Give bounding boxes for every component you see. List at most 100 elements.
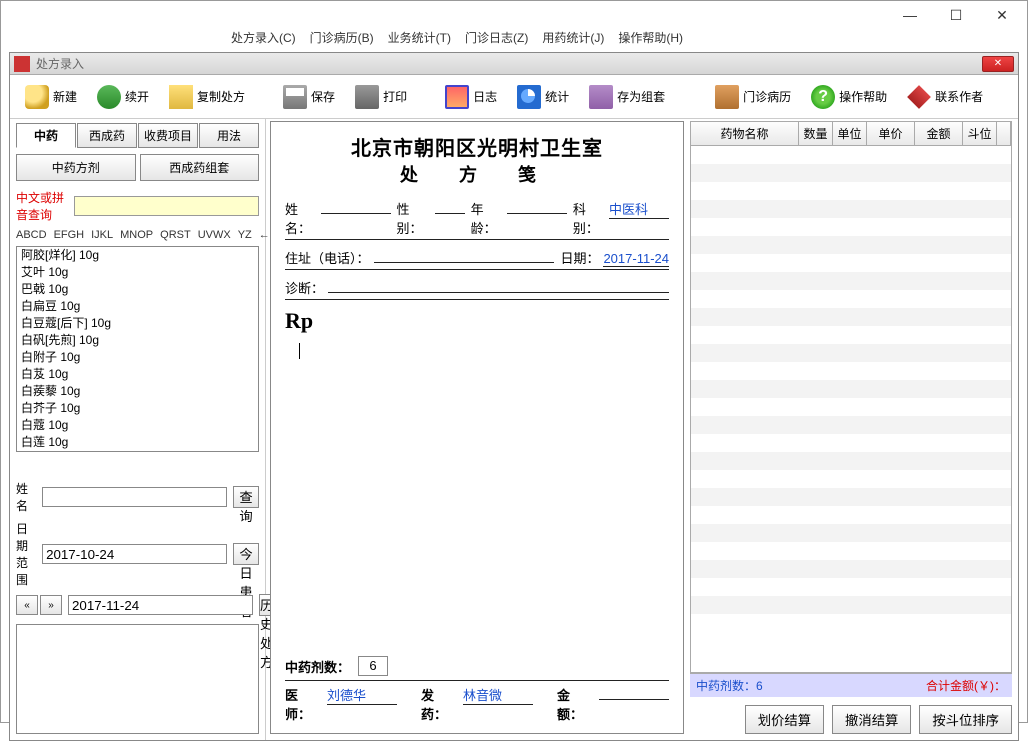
alpha-efgh[interactable]: EFGH — [54, 229, 85, 241]
minimize-button[interactable]: — — [887, 1, 933, 29]
alpha-yz[interactable]: YZ — [238, 229, 252, 241]
copy-rx-button[interactable]: 复制处方 — [162, 82, 252, 112]
summary-amount: 合计金额(￥)： — [926, 677, 1006, 694]
alpha-back[interactable]: ← — [259, 229, 270, 241]
rx-age-value[interactable] — [507, 213, 567, 214]
rx-date-value[interactable]: 2017-11-24 — [603, 251, 669, 267]
cancel-pricing-button[interactable]: 撤消结算 — [832, 705, 911, 734]
sort-by-position-button[interactable]: 按斗位排序 — [919, 705, 1012, 734]
list-item[interactable]: 白蔻 10g — [17, 417, 258, 434]
list-item[interactable]: 白豆蔻[后下] 10g — [17, 315, 258, 332]
tab-usage[interactable]: 用法 — [199, 123, 259, 148]
rx-age-label: 年龄： — [471, 199, 503, 237]
rx-doctor-value[interactable]: 刘德华 — [327, 685, 397, 705]
save-icon — [283, 85, 307, 109]
alpha-qrst[interactable]: QRST — [160, 229, 191, 241]
rx-name-label: 姓名： — [285, 199, 317, 237]
stats-icon — [517, 85, 541, 109]
tab-fee-item[interactable]: 收费项目 — [138, 123, 198, 148]
rx-body-editor[interactable] — [285, 336, 669, 652]
today-patients-button[interactable]: 今日患者 — [233, 543, 259, 565]
alpha-ijkl[interactable]: IJKL — [91, 229, 113, 241]
grid-body[interactable] — [690, 146, 1012, 673]
menu-rx-entry[interactable]: 处方录入(C) — [231, 29, 296, 46]
search-input[interactable] — [74, 196, 259, 216]
menu-business-stats[interactable]: 业务统计(T) — [388, 29, 451, 46]
clinic-title: 北京市朝阳区光明村卫生室 — [285, 132, 669, 161]
rx-subtitle: 处 方 笺 — [285, 161, 669, 187]
list-item[interactable]: 白附子 10g — [17, 349, 258, 366]
rx-diag-value[interactable] — [328, 292, 669, 293]
help-button[interactable]: 操作帮助 — [804, 82, 894, 112]
rx-name-value[interactable] — [321, 213, 391, 214]
date-prev-button[interactable]: « — [16, 595, 38, 615]
rx-addr-value[interactable] — [374, 262, 555, 263]
drug-list[interactable]: 阿胶[烊化] 10g 艾叶 10g 巴戟 10g 白扁豆 10g 白豆蔻[后下]… — [16, 246, 259, 452]
col-position[interactable]: 斗位 — [963, 122, 997, 145]
list-item[interactable]: 艾叶 10g — [17, 264, 258, 281]
help-icon — [811, 85, 835, 109]
log-button[interactable]: 日志 — [438, 82, 504, 112]
list-item[interactable]: 阿胶[烊化] 10g — [17, 247, 258, 264]
history-list[interactable] — [16, 624, 259, 734]
pricing-button[interactable]: 划价结算 — [745, 705, 824, 734]
tab-western[interactable]: 西成药 — [77, 123, 137, 148]
rx-amount-value[interactable] — [599, 699, 669, 700]
outpatient-history-button[interactable]: 门诊病历 — [708, 82, 798, 112]
menu-drug-stats[interactable]: 用药统计(J) — [542, 29, 604, 46]
list-item[interactable]: 白茅根 10g — [17, 451, 258, 452]
date-to-input[interactable] — [68, 595, 253, 615]
patient-name-input[interactable] — [42, 487, 227, 507]
rx-dose-input[interactable]: 6 — [358, 656, 388, 676]
rx-dept-value[interactable]: 中医科 — [609, 199, 669, 219]
western-set-button[interactable]: 西成药组套 — [140, 154, 260, 181]
col-drug-name[interactable]: 药物名称 — [691, 122, 799, 145]
menu-help[interactable]: 操作帮助(H) — [618, 29, 683, 46]
stats-button[interactable]: 统计 — [510, 82, 576, 112]
sub-window-close-button[interactable]: ✕ — [982, 56, 1014, 72]
left-panel: 中药 西成药 收费项目 用法 中药方剂 西成药组套 中文或拼音查询 ABCD E… — [10, 119, 266, 740]
alpha-uvwx[interactable]: UVWX — [198, 229, 231, 241]
right-panel: 药物名称 数量 单位 单价 金额 斗位 中药剂数：6 — [688, 119, 1018, 740]
save-button[interactable]: 保存 — [276, 82, 342, 112]
rx-sex-value[interactable] — [435, 213, 465, 214]
grid-header: 药物名称 数量 单位 单价 金额 斗位 — [690, 121, 1012, 146]
date-next-button[interactable]: » — [40, 595, 62, 615]
rx-dispense-value[interactable]: 林音微 — [463, 685, 533, 705]
menu-outpatient-record[interactable]: 门诊病历(B) — [310, 29, 374, 46]
alpha-mnop[interactable]: MNOP — [120, 229, 153, 241]
menu-outpatient-log[interactable]: 门诊日志(Z) — [465, 29, 528, 46]
copy-icon — [169, 85, 193, 109]
maximize-button[interactable]: ☐ — [933, 1, 979, 29]
sub-window-icon — [14, 56, 30, 72]
print-button[interactable]: 打印 — [348, 82, 414, 112]
list-item[interactable]: 白芥子 10g — [17, 400, 258, 417]
contact-author-button[interactable]: 联系作者 — [900, 82, 990, 112]
rx-amount-label: 金额： — [557, 685, 595, 723]
search-label: 中文或拼音查询 — [16, 189, 74, 223]
alpha-abcd[interactable]: ABCD — [16, 229, 47, 241]
query-button[interactable]: 查 询 — [233, 486, 259, 508]
rx-doctor-label: 医师： — [285, 685, 323, 723]
save-set-button[interactable]: 存为组套 — [582, 82, 672, 112]
list-item[interactable]: 白矾[先煎] 10g — [17, 332, 258, 349]
list-item[interactable]: 白蒺藜 10g — [17, 383, 258, 400]
list-item[interactable]: 白莲 10g — [17, 434, 258, 451]
tab-tcm[interactable]: 中药 — [16, 123, 76, 148]
sub-title-bar: 处方录入 ✕ — [10, 53, 1018, 75]
menu-bar: 处方录入(C) 门诊病历(B) 业务统计(T) 门诊日志(Z) 用药统计(J) … — [1, 29, 1027, 46]
col-end — [997, 122, 1011, 145]
alphabet-filter: ABCD EFGH IJKL MNOP QRST UVWX YZ ← — [16, 229, 259, 241]
col-quantity[interactable]: 数量 — [799, 122, 833, 145]
close-button[interactable]: ✕ — [979, 1, 1025, 29]
col-unit-price[interactable]: 单价 — [867, 122, 915, 145]
list-item[interactable]: 白扁豆 10g — [17, 298, 258, 315]
tcm-formula-button[interactable]: 中药方剂 — [16, 154, 136, 181]
col-unit[interactable]: 单位 — [833, 122, 867, 145]
list-item[interactable]: 巴戟 10g — [17, 281, 258, 298]
new-button[interactable]: 新建 — [18, 82, 84, 112]
list-item[interactable]: 白芨 10g — [17, 366, 258, 383]
col-amount[interactable]: 金额 — [915, 122, 963, 145]
open-button[interactable]: 续开 — [90, 82, 156, 112]
date-from-input[interactable] — [42, 544, 227, 564]
